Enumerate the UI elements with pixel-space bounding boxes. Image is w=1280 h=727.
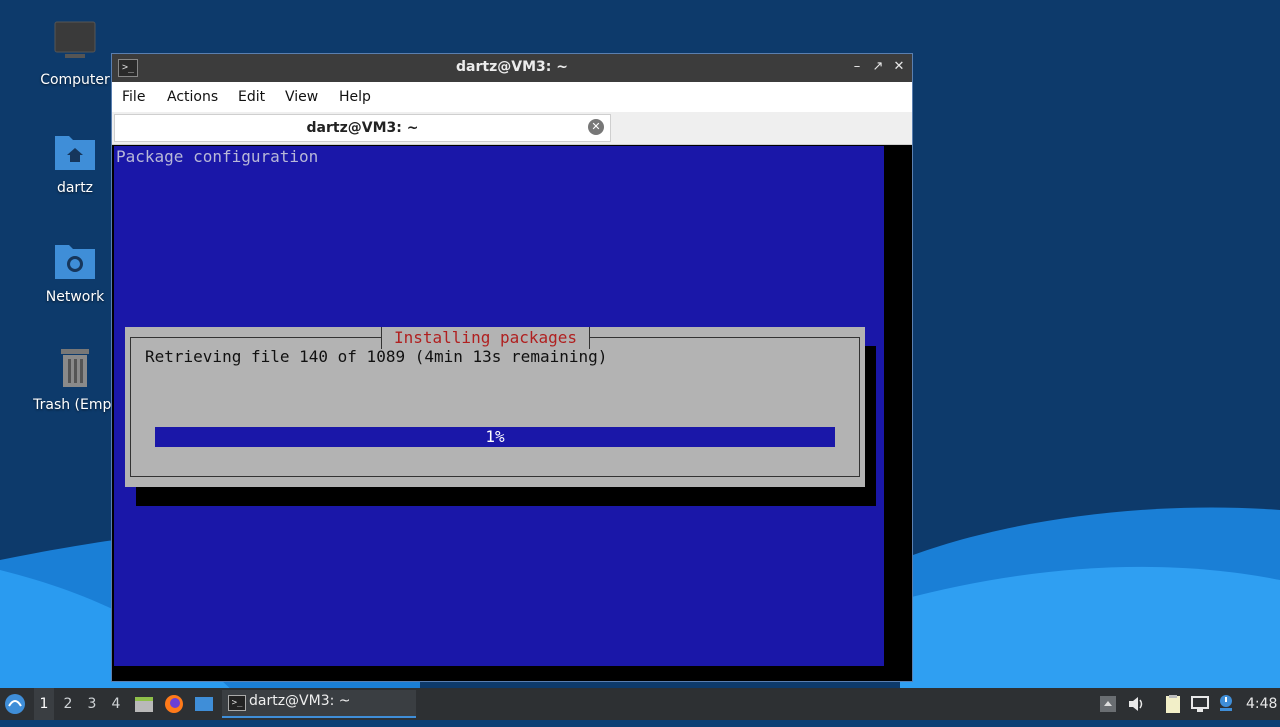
file-manager-launcher[interactable] xyxy=(134,688,156,720)
menu-file[interactable]: File xyxy=(122,89,145,105)
network-status-icon[interactable] xyxy=(1190,694,1210,714)
progress-bar: 1% xyxy=(155,427,835,447)
desktop-icon-label: Computer xyxy=(40,72,110,88)
window-titlebar[interactable]: >_ dartz@VM3: ~ – ↗ ✕ xyxy=(112,54,912,82)
menu-edit[interactable]: Edit xyxy=(238,89,265,105)
network-folder-icon xyxy=(51,237,99,285)
terminal-icon: >_ xyxy=(228,695,246,711)
desktop-icon-trash[interactable]: Trash (Empt xyxy=(25,345,125,413)
clipboard-icon[interactable] xyxy=(1163,694,1183,714)
menu-bar: File Actions Edit View Help xyxy=(112,82,912,112)
dialog-title: Installing packages xyxy=(381,327,591,349)
close-icon[interactable]: ✕ xyxy=(890,58,908,76)
update-notifier-icon[interactable] xyxy=(1216,694,1236,714)
workspace-2[interactable]: 2 xyxy=(58,688,78,720)
show-desktop-button[interactable] xyxy=(194,688,216,720)
desktop-icon-computer[interactable]: Computer xyxy=(25,20,125,88)
terminal-header-text: Package configuration xyxy=(116,147,319,166)
firefox-launcher[interactable] xyxy=(164,688,186,720)
progress-label: 1% xyxy=(485,427,505,446)
terminal-tab[interactable]: dartz@VM3: ~ ✕ xyxy=(114,114,611,142)
terminal-window: >_ dartz@VM3: ~ – ↗ ✕ File Actions Edit … xyxy=(111,53,913,682)
lubuntu-logo-icon xyxy=(5,694,25,714)
tray-arrow-icon[interactable] xyxy=(1098,694,1118,714)
taskbar-task-label: dartz@VM3: ~ xyxy=(249,693,351,709)
menu-view[interactable]: View xyxy=(285,89,318,105)
taskbar: 1 2 3 4 >_ dartz@VM3: ~ 4:48 xyxy=(0,688,1280,720)
dialog-message: Retrieving file 140 of 1089 (4min 13s re… xyxy=(145,347,608,366)
tab-label: dartz@VM3: ~ xyxy=(306,120,419,136)
workspace-3[interactable]: 3 xyxy=(82,688,102,720)
menu-actions[interactable]: Actions xyxy=(167,89,218,105)
volume-icon[interactable] xyxy=(1126,694,1146,714)
tab-close-icon[interactable]: ✕ xyxy=(588,119,604,135)
minimize-icon[interactable]: – xyxy=(848,58,866,76)
desktop-icon-label: Trash (Empt xyxy=(33,397,117,413)
trash-icon xyxy=(51,345,99,393)
desktop-icon xyxy=(195,697,213,711)
monitor-icon xyxy=(51,20,99,68)
terminal-screen[interactable]: Package configuration Installing package… xyxy=(114,146,884,666)
window-title: dartz@VM3: ~ xyxy=(456,59,568,75)
tab-bar: dartz@VM3: ~ ✕ xyxy=(112,112,912,145)
firefox-icon xyxy=(165,695,183,713)
terminal-scrollbar[interactable] xyxy=(884,146,910,666)
install-dialog: Installing packages Retrieving file 140 … xyxy=(125,327,865,487)
home-folder-icon xyxy=(51,128,99,176)
clock[interactable]: 4:48 xyxy=(1246,688,1277,720)
desktop-icon-label: dartz xyxy=(56,180,94,196)
desktop-icon-network[interactable]: Network xyxy=(25,237,125,305)
menu-help[interactable]: Help xyxy=(339,89,371,105)
start-menu-button[interactable] xyxy=(4,688,28,720)
desktop-icon-label: Network xyxy=(45,289,105,305)
file-manager-icon xyxy=(135,697,153,712)
taskbar-task-terminal[interactable]: >_ dartz@VM3: ~ xyxy=(222,690,416,718)
maximize-icon[interactable]: ↗ xyxy=(869,58,887,76)
desktop-icon-home[interactable]: dartz xyxy=(25,128,125,196)
workspace-4[interactable]: 4 xyxy=(106,688,126,720)
workspace-1[interactable]: 1 xyxy=(34,688,54,720)
